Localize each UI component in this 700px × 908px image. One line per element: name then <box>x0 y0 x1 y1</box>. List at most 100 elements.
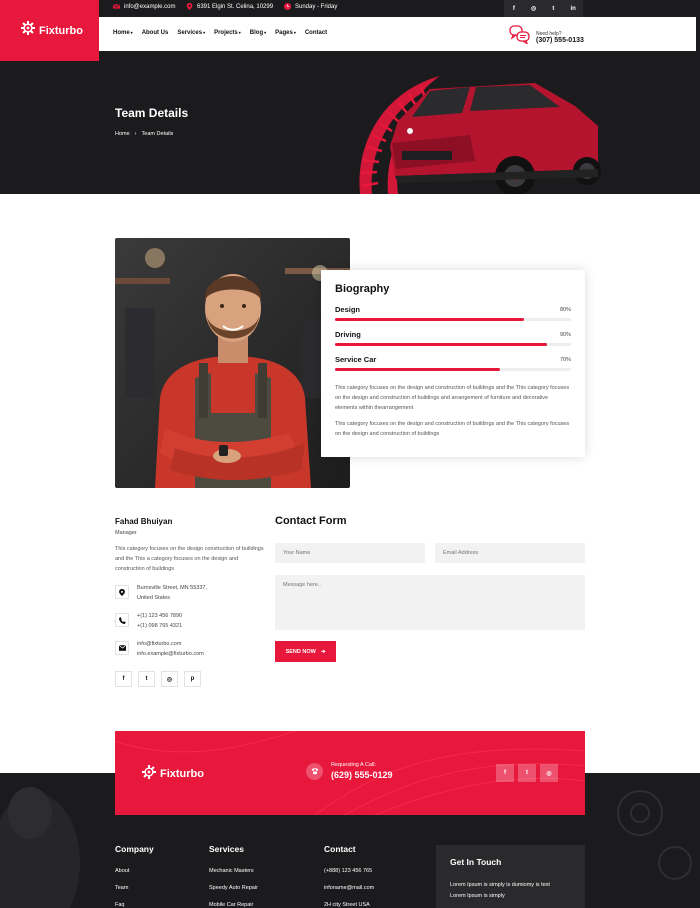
cta-brand-logo[interactable]: Fixturbo <box>142 765 204 782</box>
email-address[interactable]: info@fixturbo.com <box>137 639 204 649</box>
top-hours-text: Sunday - Friday <box>295 3 338 10</box>
address-line: Burnsville Street, MN 55337, <box>137 585 208 591</box>
brand-name: Fixturbo <box>39 24 83 37</box>
cta-brand-name: Fixturbo <box>160 767 204 780</box>
skill-progress-fill <box>335 368 501 371</box>
skill-design: Design 80% <box>335 305 571 321</box>
chevron-down-icon: ▾ <box>264 30 267 35</box>
member-description: This category focuses on the design cons… <box>115 546 264 572</box>
message-textarea[interactable] <box>275 575 585 630</box>
top-address-text: 6391 Elgin St. Celina, 10299 <box>197 3 274 10</box>
nav-item-home[interactable]: Home▾ <box>113 30 133 36</box>
footer-link[interactable]: Mechanic Masters <box>209 868 254 874</box>
clock-icon <box>284 3 291 10</box>
member-phones: +(1) 123 456 7890 +(1) 098 765 4321 <box>115 613 182 631</box>
biography-paragraph: This category focuses on the design and … <box>335 421 570 437</box>
help-phone[interactable]: (307) 555-0133 <box>536 37 584 44</box>
gear-logo-icon <box>142 765 156 782</box>
top-email-text: info@example.com <box>124 3 176 10</box>
footer-link[interactable]: About <box>115 868 129 874</box>
get-in-touch-box: Get In Touch Lorem Ipsum is simply is du… <box>436 845 585 908</box>
cta-call-block[interactable]: Requesting A Call: (629) 555-0129 <box>306 762 393 780</box>
send-button-label: SEND NOW <box>285 648 316 655</box>
footer-contact-phone[interactable]: (+888) 123 456 765 <box>324 868 372 874</box>
envelope-icon <box>113 3 120 10</box>
hero-car-graphic <box>359 76 601 194</box>
breadcrumb-home[interactable]: Home <box>115 131 130 137</box>
footer-link[interactable]: Team <box>115 885 128 891</box>
skill-progress-track <box>335 368 571 371</box>
call-to-action-banner: Fixturbo Requesting A Call: (629) 555-01… <box>115 731 585 815</box>
phone-number[interactable]: +(1) 123 456 7890 <box>137 611 182 621</box>
get-in-touch-line: Lorem Ipsum is simply <box>450 893 505 899</box>
footer-link[interactable]: Mobile Car Repair <box>209 902 253 908</box>
skill-progress-track <box>335 343 571 346</box>
skill-name: Design <box>335 305 361 314</box>
help-block[interactable]: Need help? (307) 555-0133 <box>509 25 584 49</box>
cta-call-phone[interactable]: (629) 555-0129 <box>331 770 393 780</box>
skill-name: Driving <box>335 330 361 339</box>
footer-services-title: Services <box>209 844 244 854</box>
top-address: 6391 Elgin St. Celina, 10299 <box>186 3 273 10</box>
chevron-down-icon: ▾ <box>238 30 241 35</box>
twitter-icon[interactable]: t <box>138 671 155 687</box>
facebook-icon[interactable]: f <box>496 764 514 782</box>
brand-logo[interactable]: Fixturbo <box>0 0 99 61</box>
nav-item-about[interactable]: About Us <box>142 30 169 36</box>
nav-item-projects[interactable]: Projects▾ <box>214 30 241 36</box>
facebook-icon[interactable]: f <box>504 0 524 17</box>
top-hours: Sunday - Friday <box>284 3 337 10</box>
twitter-icon[interactable]: t <box>518 764 536 782</box>
chevron-down-icon: ▾ <box>293 30 296 35</box>
name-input[interactable] <box>275 543 425 563</box>
breadcrumb: Home › Team Details <box>115 131 173 137</box>
nav-item-services[interactable]: Services▾ <box>177 30 205 36</box>
arrow-right-icon: ➔ <box>320 648 326 655</box>
skill-service-car: Service Car 70% <box>335 355 571 371</box>
twitter-icon[interactable]: t <box>544 0 564 17</box>
member-name: Fahad Bhuiyan <box>115 517 173 526</box>
skill-percent: 70% <box>559 356 571 363</box>
linkedin-icon[interactable]: in <box>563 0 583 17</box>
skill-percent: 80% <box>559 306 571 313</box>
footer-company-title: Company <box>115 844 154 854</box>
location-pin-icon <box>186 3 193 10</box>
top-email[interactable]: info@example.com <box>113 3 175 10</box>
breadcrumb-current: Team Details <box>141 131 174 137</box>
footer-contact-email[interactable]: infoname@mail.com <box>324 885 374 891</box>
nav-item-blog[interactable]: Blog▾ <box>250 30 266 36</box>
member-role: Manager <box>115 530 137 536</box>
instagram-icon[interactable]: ◎ <box>524 0 544 17</box>
footer-link[interactable]: Speedy Auto Repair <box>209 885 258 891</box>
instagram-icon[interactable]: ◎ <box>161 671 178 687</box>
nav-item-contact[interactable]: Contact <box>305 30 327 36</box>
biography-paragraph: This category focuses on the design and … <box>335 385 570 411</box>
facebook-icon[interactable]: f <box>115 671 132 687</box>
chat-bubbles-icon <box>509 25 530 49</box>
footer-contact-title: Contact <box>324 844 356 854</box>
top-socials: f ◎ t in <box>504 0 583 17</box>
chevron-down-icon: ▾ <box>203 30 206 35</box>
cta-socials: f t ◎ <box>496 764 558 782</box>
location-pin-icon <box>115 585 129 599</box>
team-member-photo <box>115 238 350 488</box>
address-line: United States <box>137 595 171 601</box>
pinterest-icon[interactable]: p <box>184 671 201 687</box>
nav-item-pages[interactable]: Pages▾ <box>275 30 296 36</box>
contact-form-title: Contact Form <box>275 515 347 527</box>
page-title: Team Details <box>115 106 189 120</box>
instagram-icon[interactable]: ◎ <box>540 764 558 782</box>
chevron-right-icon: › <box>134 131 137 137</box>
member-address: Burnsville Street, MN 55337, United Stat… <box>115 585 207 603</box>
skill-progress-fill <box>335 318 524 321</box>
email-input[interactable] <box>435 543 585 563</box>
skill-progress-track <box>335 318 571 321</box>
email-address[interactable]: info.example@fixturbo.com <box>137 649 204 659</box>
send-now-button[interactable]: SEND NOW ➔ <box>275 641 336 662</box>
header <box>0 17 700 51</box>
biography-title: Biography <box>335 283 390 295</box>
phone-number[interactable]: +(1) 098 765 4321 <box>137 621 182 631</box>
footer-link[interactable]: Faq <box>115 902 124 908</box>
phone-icon <box>306 762 323 780</box>
skill-name: Service Car <box>335 355 377 364</box>
